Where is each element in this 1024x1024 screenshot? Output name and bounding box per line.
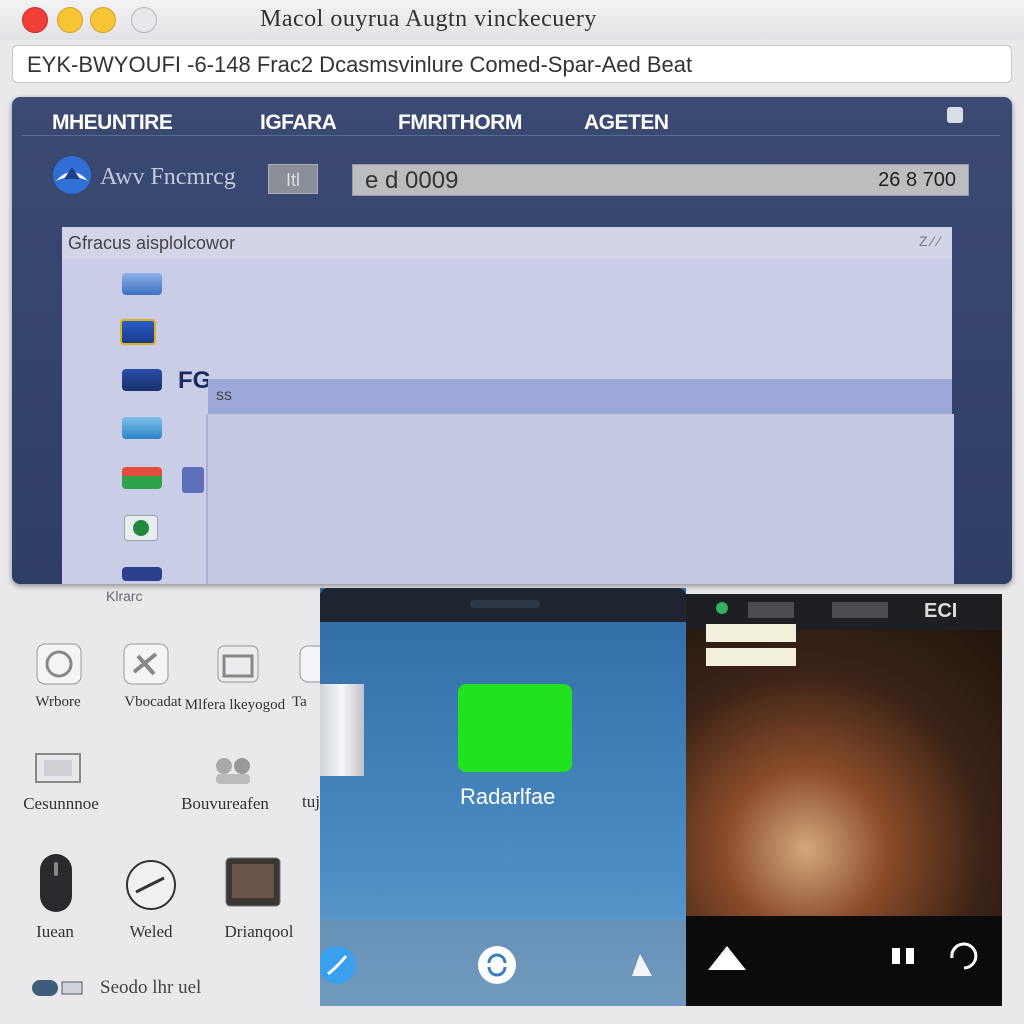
divider — [22, 135, 1000, 136]
people-icon[interactable] — [206, 752, 258, 798]
desktop-label-5: Cesunnnoe — [23, 794, 99, 813]
selected-row[interactable]: ss — [208, 379, 952, 414]
desktop-label-9: Weled — [129, 922, 173, 941]
panel-footer: Klrarc — [106, 588, 143, 604]
menu-item-4[interactable]: AGETEN — [584, 111, 669, 135]
desktop-label-10: Drianqool — [224, 922, 294, 941]
panel-corner-controls[interactable]: Z ∕ ∕ — [919, 233, 940, 249]
desktop-label-8: Iuean — [36, 922, 74, 941]
bar-icon[interactable] — [122, 567, 162, 581]
address-text: EYK-BWYOUFI -6-148 Frac2 Dcasmsvinlure C… — [27, 52, 693, 77]
app-name: Awv Fncmrcg — [100, 164, 236, 190]
search-field-value: e d 0009 — [365, 167, 459, 194]
green-app-tile[interactable] — [458, 684, 572, 772]
extra-window-button[interactable] — [131, 7, 157, 33]
toggle-icon[interactable] — [30, 978, 86, 998]
menu-item-2[interactable]: IGFARA — [260, 111, 337, 135]
address-bar[interactable]: EYK-BWYOUFI -6-148 Frac2 Dcasmsvinlure C… — [12, 45, 1012, 83]
app-window: MHEUNTIRE IGFARA FMRITHORM AGETEN Awv Fn… — [12, 97, 1012, 584]
status-dot-icon — [716, 602, 728, 614]
menu-item-1[interactable]: MHEUNTIRE — [52, 111, 173, 135]
drive-icon[interactable] — [122, 369, 162, 391]
menu-item-3[interactable]: FMRITHORM — [398, 111, 522, 135]
tv-icon[interactable] — [224, 856, 282, 910]
toolbar-slot-icon[interactable] — [832, 602, 888, 618]
content-panel: Gfracus aisplolcowor Z ∕ ∕ FG ss — [62, 227, 954, 584]
green-tile-label: Radarlfae — [460, 784, 556, 809]
caption-box — [706, 624, 796, 642]
small-app-icon[interactable] — [182, 467, 204, 493]
desktop-label-1: Wrbore — [35, 694, 81, 710]
photo-viewer: ECI — [686, 594, 1002, 1006]
mouse-icon[interactable] — [36, 852, 76, 916]
app-icon[interactable] — [122, 467, 162, 489]
desktop-label-3: Mlfera lkeyogod — [184, 697, 286, 713]
document-icon[interactable] — [120, 319, 156, 345]
bell-icon[interactable] — [622, 946, 660, 984]
tools-icon[interactable] — [120, 642, 172, 688]
toolbar-button[interactable]: Itl — [268, 164, 318, 194]
up-arrow-icon[interactable] — [706, 942, 748, 972]
detail-pane — [206, 414, 954, 584]
monitor-icon[interactable] — [32, 752, 84, 798]
cylinder-icon — [320, 684, 364, 776]
search-field-counter: 26 8 700 — [878, 169, 956, 191]
disk-icon[interactable] — [122, 417, 162, 439]
photo-controls — [686, 916, 1002, 1006]
close-window-button[interactable] — [22, 7, 48, 33]
photo-top-label: ECI — [924, 600, 958, 622]
caption-box — [706, 648, 796, 666]
box-icon[interactable] — [212, 642, 264, 688]
panel-header: Gfracus aisplolcowor Z ∕ ∕ — [62, 227, 952, 259]
sync-icon[interactable] — [478, 946, 516, 984]
pause-icon[interactable] — [886, 946, 920, 966]
app-logo-icon — [50, 155, 94, 195]
safari-icon[interactable] — [320, 946, 356, 984]
minimize-window-button[interactable] — [57, 7, 83, 33]
phone-dock — [320, 920, 686, 1006]
zoom-window-button[interactable] — [90, 7, 116, 33]
phone-top-bar — [320, 588, 686, 622]
desktop-label-11: Seodo lhr uel — [100, 977, 202, 998]
search-field[interactable]: e d 0009 26 8 700 — [352, 164, 969, 196]
selected-row-label: ss — [216, 387, 232, 404]
row-prefix: FG — [178, 367, 212, 394]
window-title: Macol ouyrua Augtn vinckecuery — [260, 6, 597, 32]
panel-title: Gfracus aisplolcowor — [68, 233, 236, 253]
refresh-icon[interactable] — [944, 938, 984, 974]
phone-screen: Radarlfae — [320, 588, 686, 1006]
clock-icon[interactable] — [124, 858, 178, 912]
title-bar: Macol ouyrua Augtn vinckecuery — [0, 0, 1024, 40]
partial-icon[interactable] — [298, 642, 341, 688]
green-dot-icon[interactable] — [124, 515, 158, 541]
toolbar-slot-icon[interactable] — [748, 602, 794, 618]
globe-icon[interactable] — [33, 642, 85, 688]
desktop-label-6: Bouvureafen — [181, 794, 269, 813]
desktop-label-4: Ta — [292, 694, 307, 710]
speaker-icon — [470, 600, 540, 608]
window-control-button[interactable] — [947, 107, 963, 123]
folder-icon[interactable] — [122, 273, 162, 295]
